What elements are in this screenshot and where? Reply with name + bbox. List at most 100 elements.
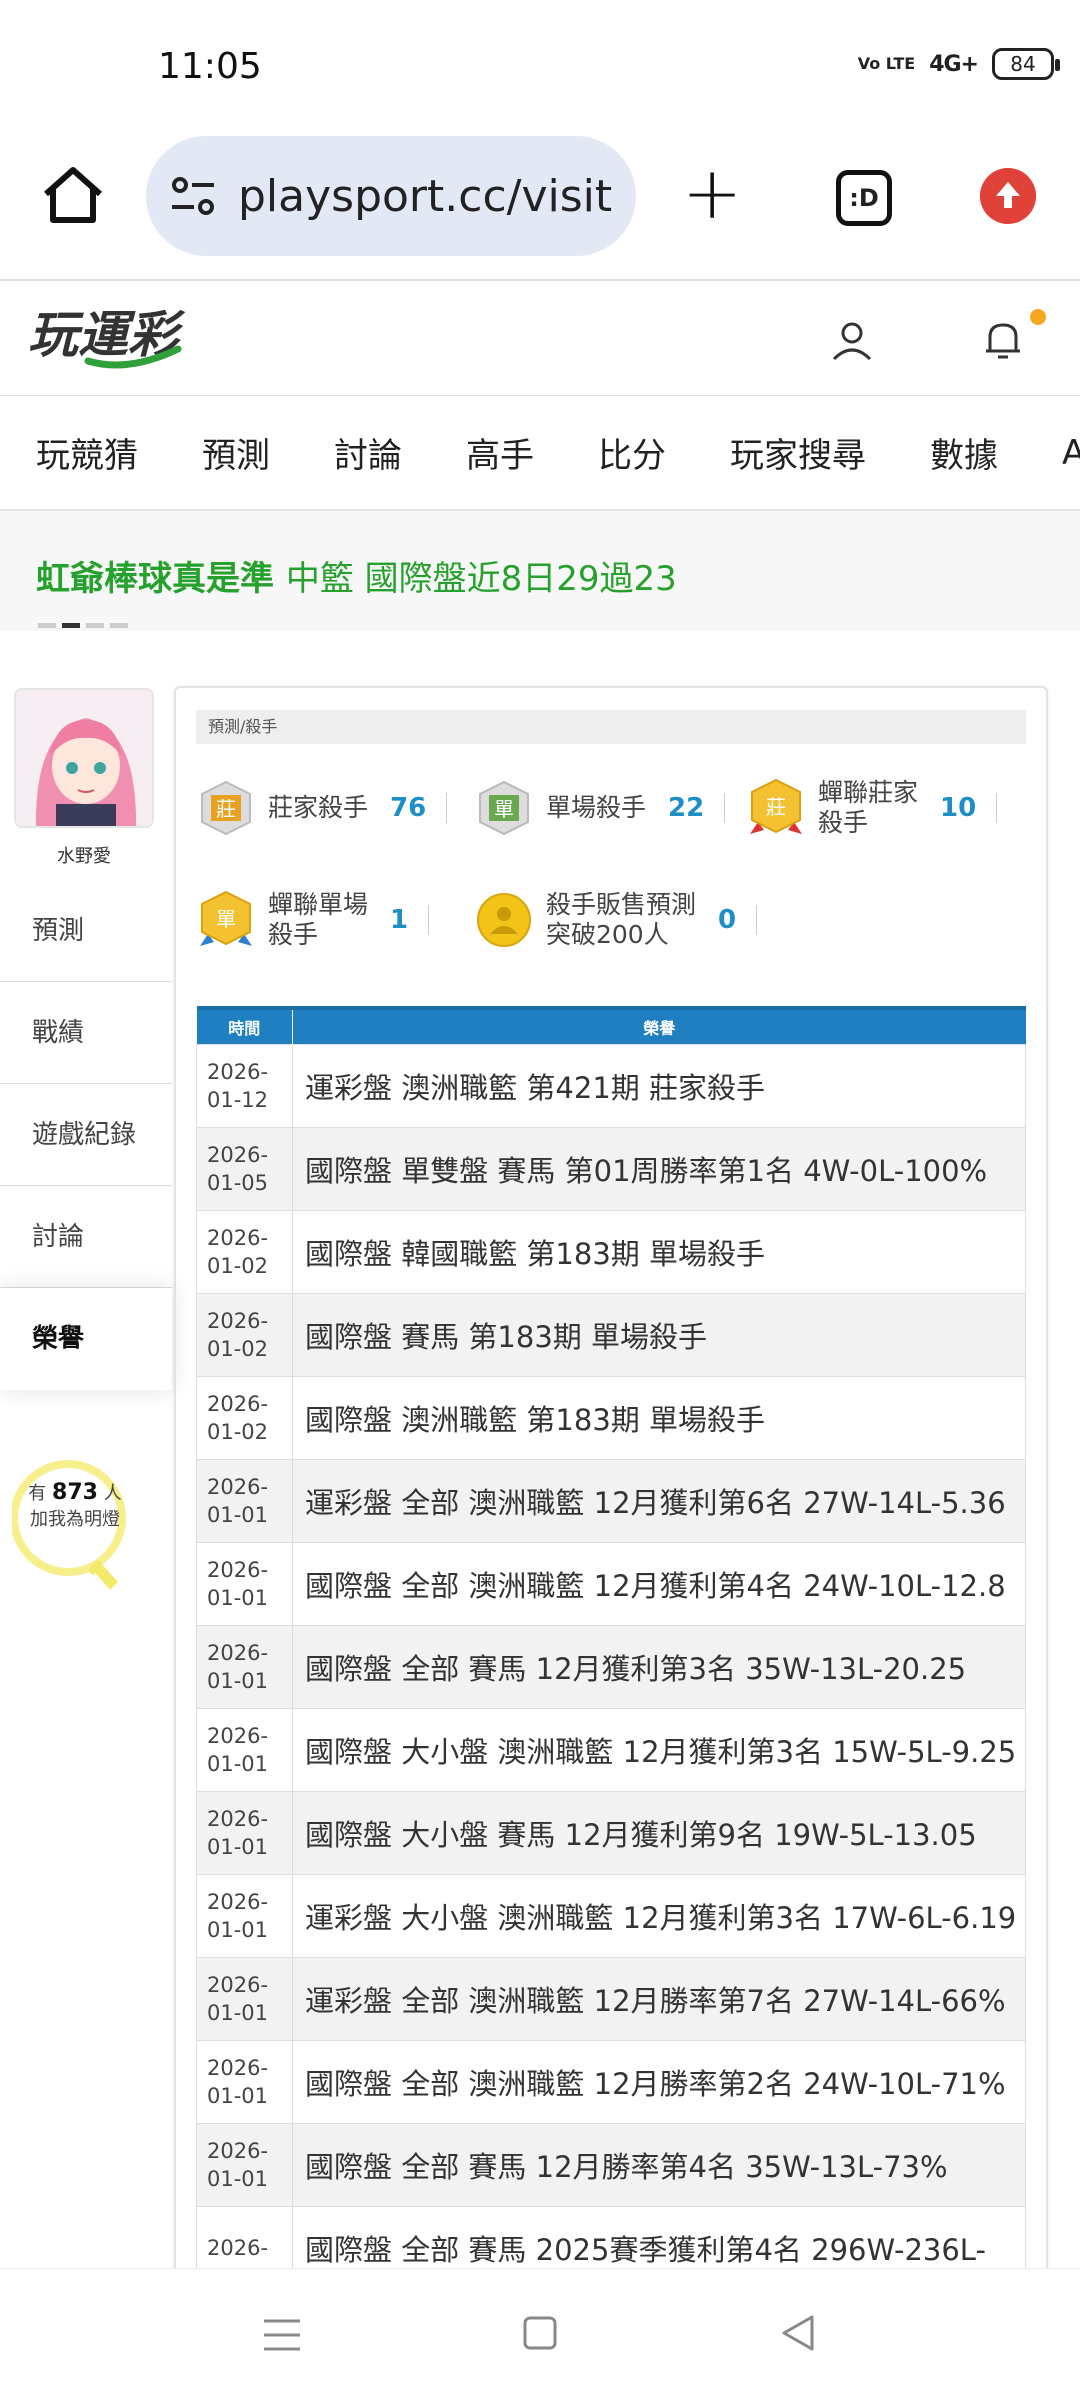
bell-icon[interactable] [978, 315, 1028, 365]
honor-date: 2026- 01-01 [196, 2122, 293, 2207]
follow-number: 873 [52, 1480, 98, 1505]
table-row: 2026- 01-12 運彩盤 澳洲職籃 第421期 莊家殺手 [196, 1043, 1026, 1128]
follow-count[interactable]: 有 873 人 加我為明燈 [10, 1480, 140, 1533]
pagination-dot[interactable] [110, 623, 128, 628]
honor-date: 2026- 01-01 [196, 1707, 293, 1792]
badge-name-line1: 殺手販售預測 [546, 890, 697, 919]
honor-date: 2026- 01-01 [196, 1458, 293, 1543]
back-triangle-icon[interactable] [778, 2313, 818, 2353]
nav-item-scores[interactable]: 比分 [562, 428, 666, 477]
badge-name-line2: 突破200人 [546, 920, 669, 949]
badge-name-line2: 殺手 [268, 920, 319, 949]
home-square-icon[interactable] [522, 2315, 558, 2351]
honor-description: 國際盤 澳洲職籃 第183期 單場殺手 [292, 1375, 1026, 1460]
honor-date-year: 2026- [207, 1723, 269, 1748]
ticker-message: 中籃 國際盤近8日29過23 [285, 559, 677, 599]
panel-breadcrumb: 預測/殺手 [196, 710, 1026, 744]
volte-icon: Vo LTE [857, 54, 916, 73]
update-icon[interactable] [980, 168, 1036, 224]
site-header: 玩運彩 [0, 281, 1080, 396]
table-row: 2026- 01-02 國際盤 澳洲職籃 第183期 單場殺手 [196, 1375, 1026, 1460]
banker-medal-icon: 莊 [201, 780, 251, 836]
honor-date-day: 01-01 [207, 1502, 269, 1527]
avatar[interactable] [14, 688, 154, 828]
sidebar-item-game-log[interactable]: 遊戲紀錄 [0, 1084, 172, 1186]
site-logo[interactable]: 玩運彩 [28, 297, 228, 377]
honor-date-year: 2026- [207, 2138, 269, 2163]
nav-item-predict[interactable]: 預測 [166, 428, 270, 477]
honor-date-year: 2026- [207, 1557, 269, 1582]
site-settings-icon[interactable] [168, 171, 218, 221]
badge-banker-killer[interactable]: 莊 莊家殺手 76 [196, 768, 448, 848]
battery-icon: 84 [992, 48, 1060, 80]
honor-date: 2026- 01-02 [196, 1209, 293, 1294]
news-ticker[interactable]: 虹爺棒球真是準 中籃 國際盤近8日29過23 [0, 511, 1080, 631]
follow-cta: 加我為明燈 [30, 1509, 120, 1530]
nav-item-guess[interactable]: 玩競猜 [0, 428, 138, 477]
sidebar-item-discussion[interactable]: 討論 [0, 1186, 172, 1288]
user-icon[interactable] [828, 317, 876, 365]
address-bar[interactable]: playsport.cc/visit [146, 136, 636, 256]
honor-date-day: 01-02 [207, 1336, 269, 1361]
sidebar-item-honors[interactable]: 榮譽 [0, 1288, 172, 1390]
honor-description: 國際盤 全部 賽馬 12月勝率第4名 35W-13L-73% [292, 2122, 1026, 2207]
honor-date-day: 01-01 [207, 1585, 269, 1610]
home-icon[interactable] [38, 160, 108, 230]
honor-date: 2026- 01-01 [196, 1624, 293, 1709]
header-time: 時間 [196, 1006, 293, 1044]
pagination-dot[interactable] [86, 623, 104, 628]
follow-prefix: 有 [28, 1483, 47, 1504]
ticker-text[interactable]: 虹爺棒球真是準 中籃 國際盤近8日29過23 [36, 551, 677, 600]
sidebar-item-record[interactable]: 戰績 [0, 982, 172, 1084]
nav-item-data[interactable]: 數據 [894, 428, 998, 477]
honor-date: 2026- 01-12 [196, 1043, 293, 1128]
honor-date-year: 2026- [207, 1308, 269, 1333]
honor-date-year: 2026- [207, 1806, 269, 1831]
nav-item-player-search[interactable]: 玩家搜尋 [694, 428, 866, 477]
consecutive-banker-medal-icon: 莊 [750, 778, 802, 834]
honor-date: 2026- 01-01 [196, 1956, 293, 2041]
honor-date-day: 01-01 [207, 2000, 269, 2025]
nav-item-discuss[interactable]: 討論 [298, 428, 402, 477]
honor-date-year: 2026- [207, 1142, 269, 1167]
honor-description: 國際盤 全部 澳洲職籃 12月勝率第2名 24W-10L-71% [292, 2039, 1026, 2124]
url-text[interactable]: playsport.cc/visit [238, 171, 612, 222]
honor-date-year: 2026- [207, 1225, 269, 1250]
badge-divider [756, 905, 758, 935]
badge-count: 1 [390, 905, 409, 935]
badge-divider [446, 793, 448, 823]
table-row: 2026- 01-01 國際盤 全部 澳洲職籃 12月獲利第4名 24W-10L-1… [196, 1541, 1026, 1626]
honors-table-body: 2026- 01-12 運彩盤 澳洲職籃 第421期 莊家殺手 2026- 01-05 國… [196, 1043, 1026, 2284]
status-bar: 11:05 Vo LTE 4G+ 84 [0, 0, 1080, 130]
sales-medal-icon [477, 893, 531, 947]
table-row: 2026- 01-05 國際盤 單雙盤 賽馬 第01周勝率第1名 4W-0L-100… [196, 1126, 1026, 1211]
honor-date: 2026- 01-01 [196, 2039, 293, 2124]
pagination-dot[interactable] [38, 623, 56, 628]
new-tab-icon[interactable]: + [682, 157, 742, 229]
badge-sales-milestone[interactable]: 殺手販售預測 突破200人 0 [474, 880, 758, 960]
badge-count: 22 [668, 793, 705, 823]
honor-date: 2026- 01-02 [196, 1375, 293, 1460]
honor-date-year: 2026- [207, 2235, 269, 2260]
consecutive-single-medal-icon: 單 [200, 890, 252, 946]
honor-date-day: 01-01 [207, 1917, 269, 1942]
honor-date-day: 01-02 [207, 1419, 269, 1444]
table-row: 2026- 01-01 國際盤 全部 賽馬 12月勝率第4名 35W-13L-73% [196, 2122, 1026, 2207]
recents-menu-icon[interactable] [262, 2317, 302, 2353]
nav-item-experts[interactable]: 高手 [430, 428, 534, 477]
badge-consecutive-banker-killer[interactable]: 莊 蟬聯莊家 殺手 10 [746, 768, 998, 848]
follow-suffix: 人 [103, 1483, 122, 1504]
honor-date-day: 01-01 [207, 1668, 269, 1693]
badge-consecutive-single-killer[interactable]: 單 蟬聯單場 殺手 1 [196, 880, 430, 960]
badge-count: 10 [940, 793, 977, 823]
badge-single-killer[interactable]: 單 單場殺手 22 [474, 768, 726, 848]
tab-switcher-button[interactable]: :D [836, 170, 892, 226]
honor-description: 國際盤 韓國職籃 第183期 單場殺手 [292, 1209, 1026, 1294]
honor-date-day: 01-01 [207, 1834, 269, 1859]
badge-divider [996, 793, 998, 823]
browser-toolbar: playsport.cc/visit + :D [0, 130, 1080, 280]
nav-item-app[interactable]: APP [1026, 433, 1080, 473]
pagination-dot-active[interactable] [62, 623, 80, 628]
ticker-pagination [38, 623, 128, 628]
sidebar-item-predictions[interactable]: 預測 [0, 880, 172, 982]
